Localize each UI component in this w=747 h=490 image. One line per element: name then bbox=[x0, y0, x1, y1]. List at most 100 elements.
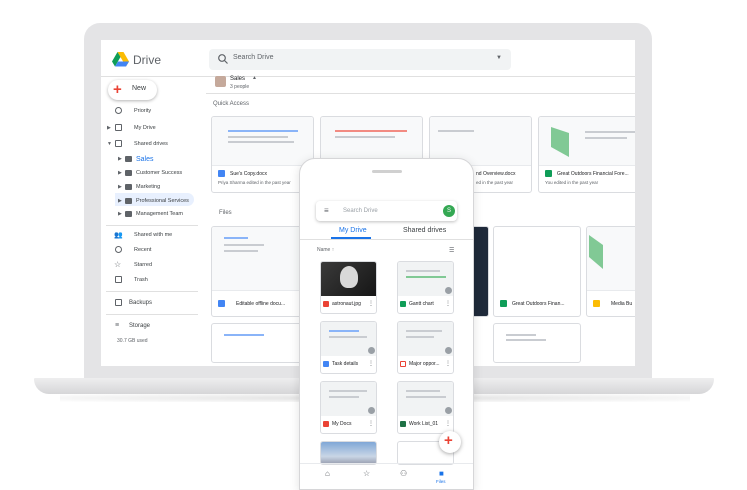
card-title: nd Overview.docx bbox=[476, 171, 516, 177]
doc-line bbox=[329, 396, 359, 398]
bottom-nav-files-label[interactable]: Files bbox=[436, 479, 446, 484]
doc-line bbox=[224, 250, 258, 252]
expand-arrow-icon[interactable]: ▶ bbox=[107, 125, 111, 131]
file-name: Task details bbox=[332, 361, 359, 367]
plus-icon: + bbox=[113, 81, 122, 98]
sidebar-item-management-team[interactable]: Management Team bbox=[136, 211, 183, 217]
phone-file-card[interactable]: Work List_01 ⋮ bbox=[397, 381, 454, 434]
shared-icon bbox=[445, 407, 452, 414]
sidebar-item-priority[interactable]: Priority bbox=[134, 108, 151, 114]
expand-arrow-icon[interactable]: ▶ bbox=[118, 156, 122, 162]
drive-icon bbox=[125, 170, 132, 176]
doc-line bbox=[406, 270, 440, 272]
quick-access-card[interactable]: Great Outdoors Financial Fore... You edi… bbox=[538, 116, 635, 193]
slides-icon bbox=[593, 300, 600, 307]
doc-line bbox=[228, 141, 294, 143]
doc-line bbox=[329, 330, 359, 332]
card-title: Great Outdoors Finan... bbox=[512, 301, 565, 307]
avatar[interactable]: S bbox=[443, 205, 455, 217]
expand-arrow-icon[interactable]: ▶ bbox=[118, 198, 122, 204]
doc-line bbox=[585, 131, 635, 133]
breadcrumb-dropdown-icon[interactable]: ▲ bbox=[252, 75, 257, 81]
sidebar-item-trash[interactable]: Trash bbox=[134, 277, 148, 283]
docs-icon bbox=[323, 361, 329, 367]
sidebar-divider bbox=[106, 291, 198, 292]
sidebar-item-backups[interactable]: Backups bbox=[129, 300, 152, 306]
sheets-icon bbox=[500, 300, 507, 307]
file-thumbnail bbox=[398, 262, 453, 296]
content-divider bbox=[206, 93, 635, 94]
card-title: Great Outdoors Financial Fore... bbox=[557, 171, 629, 177]
sidebar-item-my-drive[interactable]: My Drive bbox=[134, 125, 156, 131]
phone-file-card[interactable] bbox=[320, 441, 377, 465]
star-icon[interactable]: ☆ bbox=[363, 469, 370, 478]
quick-access-label: Quick Access bbox=[213, 101, 250, 107]
checkbox-icon bbox=[115, 107, 122, 114]
sidebar-item-recent[interactable]: Recent bbox=[134, 247, 151, 253]
search-options-icon[interactable]: ▼ bbox=[496, 55, 502, 61]
sidebar-item-shared-with-me[interactable]: Shared with me bbox=[134, 232, 172, 238]
phone-file-card[interactable]: My Docs ⋮ bbox=[320, 381, 377, 434]
sidebar-item-sales[interactable]: Sales bbox=[136, 156, 154, 163]
drive-icon bbox=[125, 184, 132, 190]
city-image-thumbnail bbox=[321, 442, 376, 464]
tab-my-drive[interactable]: My Drive bbox=[339, 227, 367, 234]
expand-arrow-icon[interactable]: ▶ bbox=[118, 211, 122, 217]
sidebar-item-customer-success[interactable]: Customer Success bbox=[136, 170, 182, 176]
astronaut-figure bbox=[340, 266, 358, 288]
file-card[interactable] bbox=[493, 323, 581, 363]
shared-icon bbox=[445, 347, 452, 354]
sidebar-item-starred[interactable]: Starred bbox=[134, 262, 152, 268]
more-options-icon[interactable]: ⋮ bbox=[368, 360, 374, 367]
more-options-icon[interactable]: ⋮ bbox=[368, 420, 374, 427]
doc-line bbox=[329, 336, 367, 338]
file-name: Gantt chart bbox=[409, 301, 434, 307]
phone-file-card[interactable]: Task details ⋮ bbox=[320, 321, 377, 374]
search-icon bbox=[218, 54, 228, 64]
card-subtitle: You edited in the past year bbox=[545, 180, 599, 185]
collapse-arrow-icon[interactable]: ▼ bbox=[107, 141, 112, 147]
phone-frame: ≡ Search Drive S My Drive Shared drives … bbox=[299, 158, 474, 490]
more-options-icon[interactable]: ⋮ bbox=[368, 300, 374, 307]
home-icon[interactable]: ⌂ bbox=[325, 469, 330, 478]
doc-line bbox=[224, 334, 264, 336]
doc-line bbox=[438, 130, 474, 132]
card-thumbnail bbox=[539, 117, 635, 166]
doc-line bbox=[585, 137, 627, 139]
expand-arrow-icon[interactable]: ▶ bbox=[118, 184, 122, 190]
sidebar-item-marketing[interactable]: Marketing bbox=[136, 184, 160, 190]
file-card[interactable]: Great Outdoors Finan... bbox=[493, 226, 581, 317]
sort-label[interactable]: Name ↑ bbox=[317, 247, 334, 253]
expand-arrow-icon[interactable]: ▶ bbox=[118, 170, 122, 176]
phone-search-bar[interactable] bbox=[316, 201, 457, 221]
menu-icon[interactable]: ≡ bbox=[324, 206, 329, 215]
phone-file-card[interactable]: Gantt chart ⋮ bbox=[397, 261, 454, 314]
storage-icon: ≡ bbox=[115, 322, 120, 329]
more-options-icon[interactable]: ⋮ bbox=[445, 300, 451, 307]
sidebar-item-storage[interactable]: Storage bbox=[129, 323, 150, 329]
breadcrumb-title[interactable]: Sales bbox=[230, 76, 245, 82]
folder-icon[interactable]: ■ bbox=[439, 469, 444, 478]
sidebar-item-professional-services[interactable]: Professional Services bbox=[136, 198, 189, 204]
bottom-nav-divider bbox=[300, 463, 473, 464]
doc-line bbox=[335, 136, 395, 138]
more-options-icon[interactable]: ⋮ bbox=[445, 360, 451, 367]
new-button-label: New bbox=[132, 85, 147, 92]
phone-search-input[interactable]: Search Drive bbox=[343, 208, 378, 214]
list-view-icon[interactable]: ☰ bbox=[449, 247, 454, 254]
file-card[interactable]: Media Bu bbox=[586, 226, 635, 317]
more-options-icon[interactable]: ⋮ bbox=[445, 420, 451, 427]
sidebar-item-shared-drives[interactable]: Shared drives bbox=[134, 141, 168, 147]
doc-line bbox=[406, 336, 434, 338]
file-name: Major oppor... bbox=[409, 361, 440, 367]
doc-line bbox=[224, 237, 248, 239]
tab-shared-drives[interactable]: Shared drives bbox=[403, 227, 446, 234]
phone-file-card[interactable]: astronaut.jpg ⋮ bbox=[320, 261, 377, 314]
search-input[interactable]: Search Drive bbox=[233, 54, 273, 61]
phone-file-card[interactable]: Major oppor... ⋮ bbox=[397, 321, 454, 374]
people-icon[interactable]: ⚇ bbox=[400, 469, 407, 478]
card-thumbnail bbox=[212, 117, 313, 166]
storage-used: 30.7 GB used bbox=[117, 338, 148, 344]
shared-icon bbox=[445, 287, 452, 294]
image-icon bbox=[323, 301, 329, 307]
